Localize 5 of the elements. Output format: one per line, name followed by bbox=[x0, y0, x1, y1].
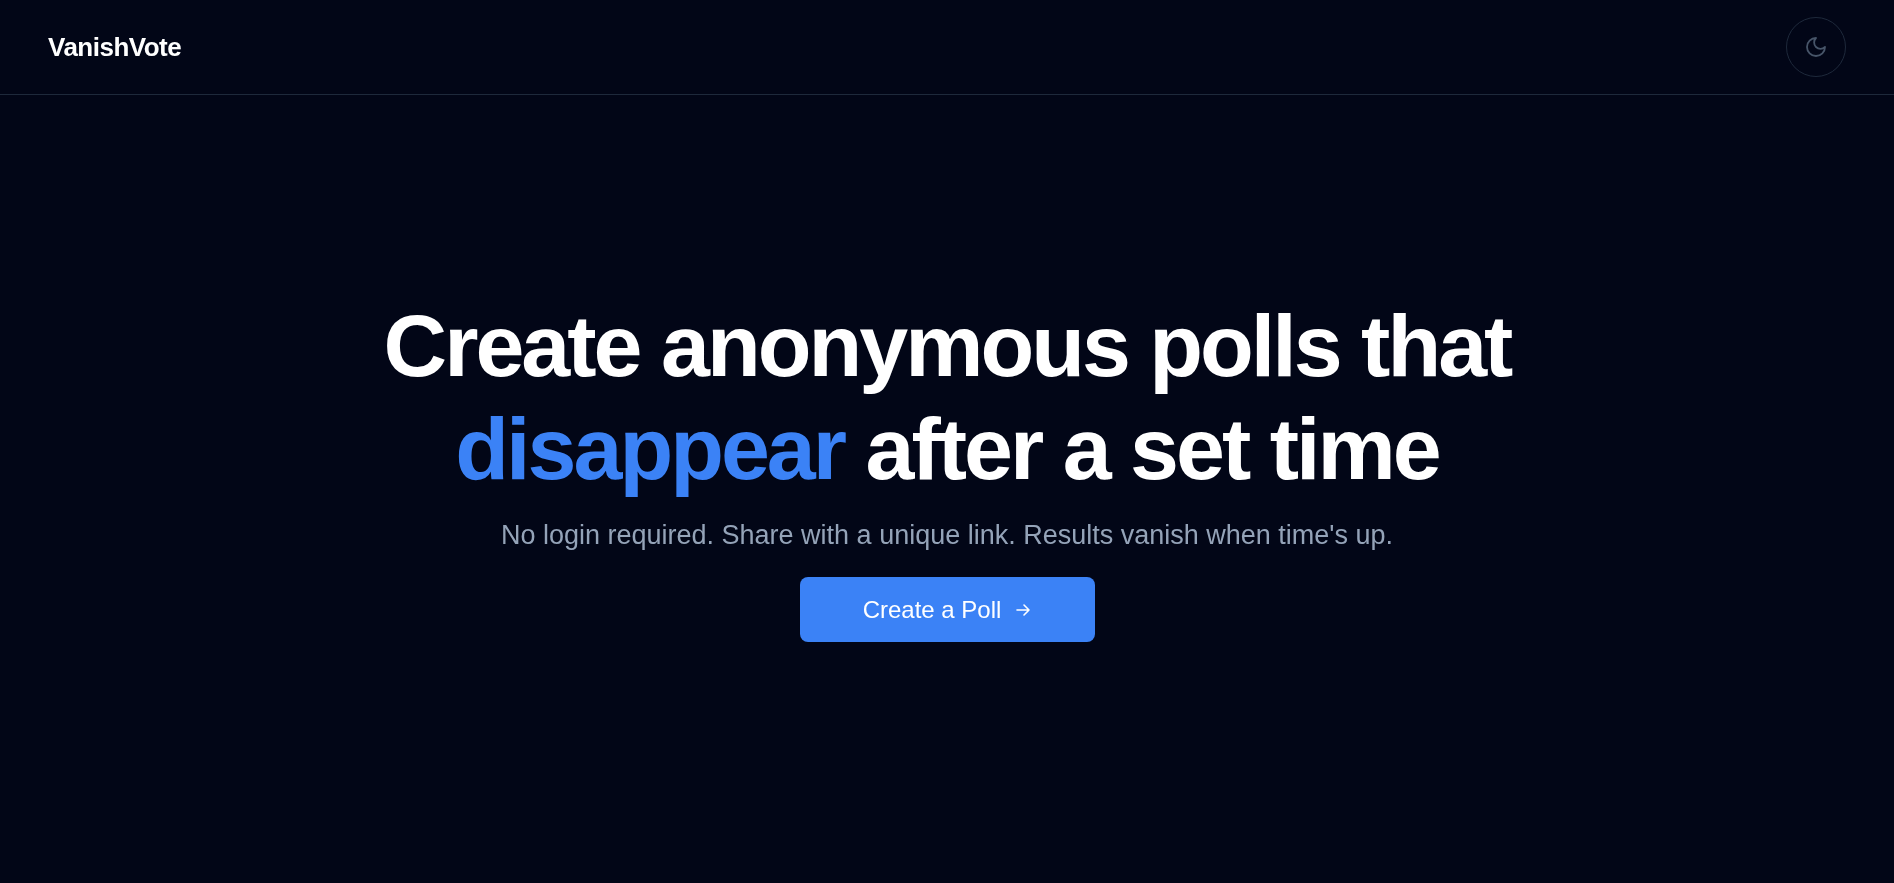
site-logo[interactable]: VanishVote bbox=[48, 27, 182, 67]
hero-subtitle: No login required. Share with a unique link. Results vanish when time's up. bbox=[499, 518, 1395, 552]
create-poll-button[interactable]: Create a Poll bbox=[799, 577, 1095, 643]
arrow-right-icon bbox=[1015, 601, 1032, 618]
hero-headline: Create anonymous polls that disappear after a set time bbox=[382, 295, 1512, 500]
